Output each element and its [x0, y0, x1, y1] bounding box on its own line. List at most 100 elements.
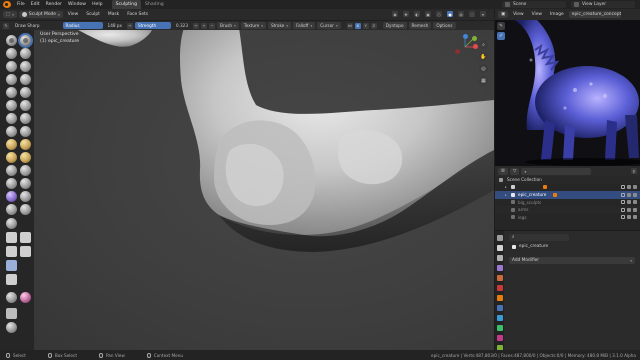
pinch-brush-icon[interactable]: [6, 126, 17, 137]
outliner-row-epic-creature[interactable]: ▸ epic_creature: [495, 191, 640, 199]
multiplane-scrape-brush-icon[interactable]: [20, 113, 31, 124]
particles-tab-icon[interactable]: [496, 315, 503, 321]
fill-brush-icon[interactable]: [20, 100, 31, 111]
gizmo-x-axis[interactable]: [473, 44, 478, 49]
options-dropdown[interactable]: Options: [433, 22, 456, 29]
pose-brush-icon[interactable]: [20, 152, 31, 163]
view-layer-selector[interactable]: View Layer: [571, 1, 635, 8]
remesh-dropdown[interactable]: Remesh: [408, 22, 432, 29]
outliner-funnel-icon[interactable]: ⚲: [631, 168, 637, 174]
box-face-set-icon[interactable]: [6, 246, 17, 257]
dyntopo-dropdown[interactable]: Dyntopo: [382, 22, 407, 29]
modifier-tab-icon[interactable]: [496, 305, 503, 311]
hide-eye-icon[interactable]: [627, 192, 631, 197]
outliner-type-button[interactable]: ☰: [498, 167, 508, 175]
menu-window[interactable]: Window: [65, 0, 89, 9]
outliner-row-scene-collection[interactable]: Scene Collection: [495, 176, 640, 184]
cursor-dropdown[interactable]: Cursor ▾: [317, 22, 341, 29]
render-camera-icon[interactable]: [633, 215, 637, 220]
stroke-dropdown[interactable]: Stroke ▾: [267, 22, 292, 29]
symmetry-z-toggle[interactable]: Z: [370, 22, 377, 29]
gizmo-neg-x-axis[interactable]: [455, 49, 460, 54]
outliner-row-collection[interactable]: ▸: [495, 184, 640, 192]
outliner-row-big-sculpts[interactable]: big_sculpts: [495, 199, 640, 207]
image-editor-type-button[interactable]: ▣: [498, 11, 509, 18]
direction-add-icon[interactable]: +: [201, 22, 207, 29]
image-name-field[interactable]: epic_creature_concept: [568, 11, 621, 18]
editor-type-button[interactable]: ⬚ ▾: [3, 11, 17, 18]
color-filter-icon[interactable]: [20, 292, 31, 303]
object-tab-icon[interactable]: [496, 295, 503, 301]
constraints-tab-icon[interactable]: [496, 335, 503, 341]
image-view-mode[interactable]: View: [510, 11, 526, 18]
direction-subtract-icon[interactable]: −: [209, 22, 215, 29]
zoom-icon[interactable]: ⌕: [479, 40, 488, 49]
mode-selector[interactable]: Sculpt Mode ▾: [18, 11, 63, 18]
radius-field[interactable]: Radius: [62, 22, 103, 29]
outliner-row-legs[interactable]: legs: [495, 214, 640, 222]
menu-file[interactable]: File: [14, 0, 28, 9]
thumb-brush-icon[interactable]: [6, 152, 17, 163]
image-annotate-tool-icon[interactable]: ✐: [497, 32, 505, 40]
symmetry-icon[interactable]: ⋈: [346, 22, 353, 29]
edit-face-set-icon[interactable]: [6, 292, 17, 303]
box-trim-icon[interactable]: [20, 246, 31, 257]
menu-face-sets[interactable]: Face Sets: [124, 11, 151, 18]
shading-rendered-icon[interactable]: ◌: [469, 11, 475, 17]
draw-face-sets-brush-icon[interactable]: [20, 204, 31, 215]
blender-logo-icon[interactable]: [3, 1, 11, 8]
physics-tab-icon[interactable]: [496, 325, 503, 331]
image-menu-image[interactable]: Image: [547, 11, 567, 18]
hide-eye-icon[interactable]: [627, 200, 631, 205]
cloth-brush-icon[interactable]: [6, 191, 17, 202]
render-tab-icon[interactable]: [496, 245, 503, 251]
output-tab-icon[interactable]: [496, 255, 503, 261]
scrape-brush-icon[interactable]: [6, 113, 17, 124]
shading-solid-icon[interactable]: ●: [447, 11, 453, 17]
clay-strips-brush-icon[interactable]: [20, 48, 31, 59]
strength-value[interactable]: 0.323: [173, 22, 191, 29]
workspace-tab-sculpting[interactable]: Sculpting: [111, 0, 142, 9]
render-camera-icon[interactable]: [633, 185, 637, 190]
inflate-brush-icon[interactable]: [6, 74, 17, 85]
line-project-icon[interactable]: [6, 260, 17, 271]
menu-view[interactable]: View: [65, 11, 81, 18]
exclude-checkbox[interactable]: [621, 200, 625, 205]
camera-view-icon[interactable]: ◎: [479, 64, 488, 73]
radius-value[interactable]: 148 px: [105, 22, 125, 29]
brush-icon[interactable]: ✎: [3, 22, 9, 29]
nudge-brush-icon[interactable]: [6, 165, 17, 176]
symmetry-x-toggle[interactable]: X: [354, 22, 361, 29]
hide-eye-icon[interactable]: [627, 185, 631, 190]
render-camera-icon[interactable]: [633, 192, 637, 197]
outliner-row-arms[interactable]: arms: [495, 206, 640, 214]
add-modifier-button[interactable]: Add Modifier ▾: [509, 257, 635, 264]
draw-brush-icon[interactable]: [6, 35, 17, 46]
workspace-tab-shading[interactable]: Shading: [141, 0, 168, 9]
menu-help[interactable]: Help: [89, 0, 105, 9]
annotate-tool-icon[interactable]: [6, 322, 17, 333]
view-object-types-icon[interactable]: ◉: [392, 11, 398, 17]
rotate-brush-icon[interactable]: [20, 165, 31, 176]
shading-material-icon[interactable]: ◍: [458, 11, 464, 17]
outliner-filter-button[interactable]: ▽: [509, 167, 520, 175]
strength-field[interactable]: Strength: [135, 22, 171, 29]
image-menu-view[interactable]: View: [529, 11, 545, 18]
render-camera-icon[interactable]: [633, 200, 637, 205]
symmetry-y-toggle[interactable]: Y: [362, 22, 369, 29]
menu-render[interactable]: Render: [43, 0, 65, 9]
exclude-checkbox[interactable]: [621, 185, 625, 190]
exclude-checkbox[interactable]: [621, 207, 625, 212]
clay-thumb-brush-icon[interactable]: [6, 61, 17, 72]
flatten-brush-icon[interactable]: [6, 100, 17, 111]
strength-pressure-icon[interactable]: ✑: [193, 22, 199, 29]
hide-eye-icon[interactable]: [627, 207, 631, 212]
box-mask-icon[interactable]: [6, 232, 17, 243]
elastic-deform-brush-icon[interactable]: [6, 139, 17, 150]
menu-edit[interactable]: Edit: [28, 0, 43, 9]
exclude-checkbox[interactable]: [621, 215, 625, 220]
smooth-brush-icon[interactable]: [20, 87, 31, 98]
blob-brush-icon[interactable]: [20, 74, 31, 85]
layer-brush-icon[interactable]: [20, 61, 31, 72]
gizmo-y-axis[interactable]: [472, 36, 477, 41]
